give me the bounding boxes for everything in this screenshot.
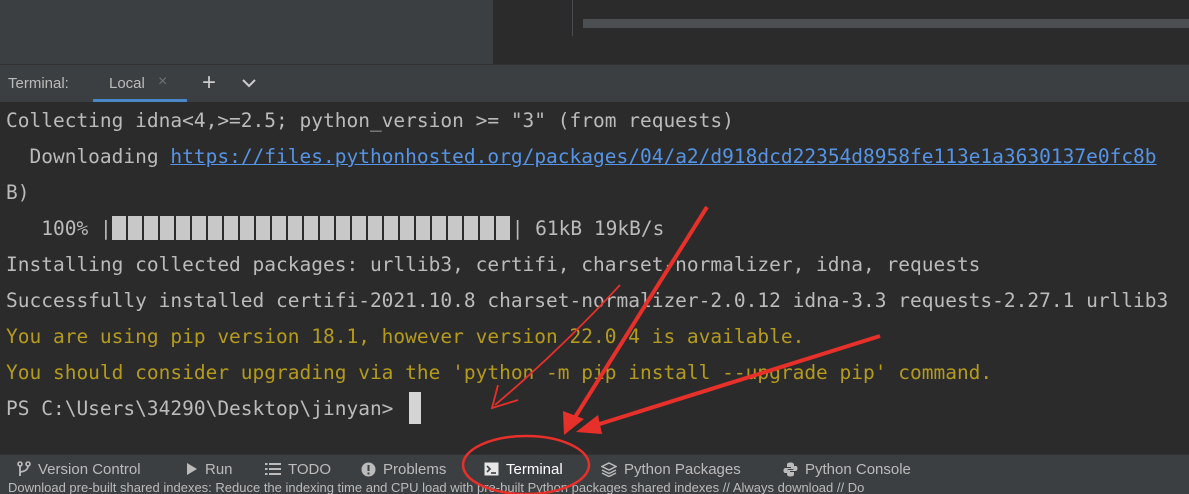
text-cursor <box>409 391 422 424</box>
problems-tab[interactable]: Problems <box>361 455 446 483</box>
python-console-tab[interactable]: Python Console <box>783 455 911 483</box>
tool-window-title: Terminal: <box>8 75 69 92</box>
chevron-down-icon[interactable] <box>240 75 258 91</box>
close-tab-icon[interactable]: × <box>158 73 167 91</box>
shell-prompt: PS C:\Users\34290\Desktop\jinyan> <box>6 397 406 420</box>
terminal-tab[interactable]: Terminal <box>484 455 563 483</box>
terminal-line: Successfully installed certifi-2021.10.8… <box>6 289 1169 312</box>
progress-line: 100% | | 61kB 19kB/s <box>41 215 665 240</box>
terminal-line: Collecting idna<4,>=2.5; python_version … <box>6 109 734 132</box>
download-link[interactable]: https://files.pythonhosted.org/packages/… <box>170 145 1156 168</box>
status-message[interactable]: Download pre-built shared indexes: Reduc… <box>8 482 864 494</box>
pane-divider[interactable] <box>572 0 573 36</box>
version-control-tab[interactable]: Version Control <box>17 455 141 483</box>
list-icon <box>265 462 281 476</box>
progress-percent: 100% <box>41 217 89 240</box>
pip-upgrade-hint-line: You should consider upgrading via the 'p… <box>6 361 993 384</box>
terminal-line: B) <box>6 181 30 204</box>
progress-bar <box>111 215 512 240</box>
terminal-output[interactable]: Collecting idna<4,>=2.5; python_version … <box>0 102 1189 454</box>
terminal-line: Downloading https://files.pythonhosted.o… <box>6 139 1156 175</box>
pip-warning-line: You are using pip version 18.1, however … <box>6 325 805 348</box>
tool-window-bar: Version Control Run TODO Problems Termin… <box>0 454 1189 483</box>
progress-stats: 61kB 19kB/s <box>523 217 665 240</box>
terminal-tool-window-header: Terminal: Local × + <box>0 64 1189 102</box>
python-packages-tab[interactable]: Python Packages <box>601 455 741 483</box>
status-bar: Download pre-built shared indexes: Reduc… <box>0 482 1189 494</box>
horizontal-scrollbar[interactable] <box>583 19 1189 28</box>
add-tab-button[interactable]: + <box>202 69 216 97</box>
terminal-text: Downloading <box>6 145 171 168</box>
terminal-line: Installing collected packages: urllib3, … <box>6 253 981 276</box>
tab-local-label: Local <box>109 75 145 92</box>
run-tab[interactable]: Run <box>186 455 233 483</box>
prompt-line: PS C:\Users\34290\Desktop\jinyan> <box>6 391 422 427</box>
info-icon <box>361 462 376 477</box>
editor-area <box>0 0 1189 64</box>
branch-icon <box>17 461 31 477</box>
editor-right-pane <box>493 0 1189 64</box>
python-icon <box>783 462 798 477</box>
terminal-icon <box>484 462 499 476</box>
play-icon <box>186 462 198 476</box>
todo-tab[interactable]: TODO <box>265 455 331 483</box>
layers-icon <box>601 461 617 477</box>
editor-left-pane <box>0 0 493 64</box>
tab-local[interactable]: Local × <box>93 65 187 102</box>
